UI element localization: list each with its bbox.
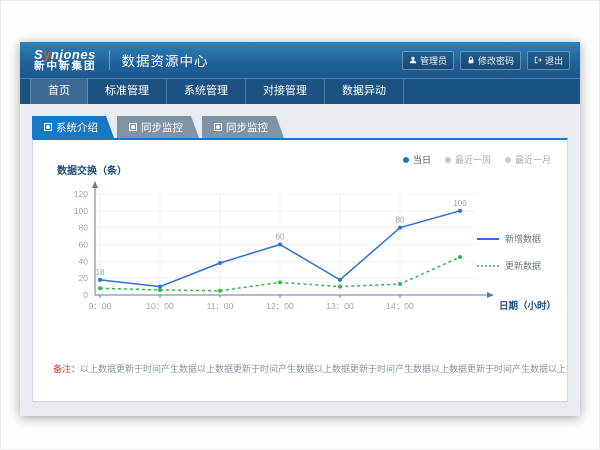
legend-dot-icon	[445, 157, 451, 163]
y-axis-title: 数据交换（条）	[57, 162, 127, 177]
user-action-group: 管理员 修改密码 退出	[402, 51, 570, 70]
svg-text:9：00: 9：00	[89, 301, 112, 311]
footnote: 备注：以上数据更新于时间产生数据以上数据更新于时间产生数据以上数据更新于时间产生…	[33, 362, 567, 375]
admin-button-label: 管理员	[420, 54, 447, 67]
content-area: 系统介绍 同步监控 同步监控 当日	[20, 104, 580, 416]
legend-label: 更新数据	[505, 259, 541, 272]
chart-panel: 当日 最近一周 最近一月 数据交换（条） 0 20 40 60 80 100 120 9：00…	[32, 138, 568, 402]
svg-text:日期（小时）: 日期（小时）	[499, 300, 556, 312]
svg-text:120: 120	[74, 189, 88, 199]
user-icon	[409, 56, 417, 64]
legend-label: 新增数据	[505, 232, 541, 245]
tab-sync-monitor-1[interactable]: 同步监控	[117, 116, 199, 138]
svg-text:13：00: 13：00	[326, 301, 354, 311]
svg-text:12：00: 12：00	[266, 301, 294, 311]
app-window: Synjones 新中新集团 数据资源中心 管理员 修改密码 退出	[20, 42, 580, 416]
svg-text:40: 40	[79, 256, 89, 266]
main-nav: 首页 标准管理 系统管理 对接管理 数据异动	[20, 78, 580, 104]
tab-icon	[214, 123, 222, 131]
nav-item-data-change[interactable]: 数据异动	[325, 79, 404, 104]
change-password-label: 修改密码	[478, 54, 514, 67]
page-title: 数据资源中心	[122, 50, 209, 70]
nav-item-standard-mgmt[interactable]: 标准管理	[88, 79, 167, 104]
company-name: 新中新集团	[34, 61, 97, 72]
nav-item-system-mgmt[interactable]: 系统管理	[167, 79, 246, 104]
filter-label: 最近一周	[455, 153, 491, 166]
legend-item-new-data[interactable]: 新增数据	[477, 232, 555, 245]
tab-label: 系统介绍	[56, 120, 98, 135]
brand-logo: Synjones 新中新集团	[34, 48, 97, 73]
svg-text:14：00: 14：00	[386, 301, 414, 311]
chart-series-legend: 新增数据 更新数据	[477, 232, 555, 286]
desktop-background: Synjones 新中新集团 数据资源中心 管理员 修改密码 退出	[0, 0, 600, 450]
filter-today[interactable]: 当日	[403, 153, 431, 166]
nav-item-home[interactable]: 首页	[30, 79, 88, 104]
footnote-prefix: 备注：	[53, 364, 80, 374]
svg-text:11：00: 11：00	[207, 301, 234, 311]
logout-icon	[534, 56, 542, 64]
svg-text:100: 100	[453, 199, 467, 208]
filter-label: 当日	[413, 153, 431, 166]
svg-text:60: 60	[79, 240, 89, 250]
logout-button[interactable]: 退出	[527, 51, 570, 70]
tab-label: 同步监控	[141, 120, 183, 135]
svg-text:18: 18	[96, 268, 105, 277]
tab-sync-monitor-2[interactable]: 同步监控	[202, 116, 284, 138]
lock-icon	[467, 56, 475, 64]
tab-icon	[129, 123, 137, 131]
change-password-button[interactable]: 修改密码	[460, 51, 521, 70]
footnote-text: 以上数据更新于时间产生数据以上数据更新于时间产生数据以上数据更新于时间产生数据以…	[80, 364, 567, 374]
legend-item-update-data[interactable]: 更新数据	[477, 259, 555, 272]
filter-label: 最近一月	[515, 153, 551, 166]
tab-label: 同步监控	[226, 120, 268, 135]
svg-text:0: 0	[83, 290, 88, 300]
filter-last-month[interactable]: 最近一月	[505, 153, 551, 166]
svg-text:100: 100	[74, 206, 88, 216]
tab-bar: 系统介绍 同步监控 同步监控	[32, 116, 568, 138]
app-header: Synjones 新中新集团 数据资源中心 管理员 修改密码 退出	[20, 42, 580, 78]
tab-system-intro[interactable]: 系统介绍	[32, 116, 114, 138]
svg-text:60: 60	[276, 233, 285, 242]
legend-dot-icon	[505, 157, 511, 163]
nav-item-integration-mgmt[interactable]: 对接管理	[246, 79, 325, 104]
svg-text:20: 20	[79, 273, 89, 283]
logout-label: 退出	[545, 54, 563, 67]
header-divider	[109, 50, 110, 70]
svg-text:80: 80	[396, 216, 405, 225]
time-filter-group: 当日 最近一周 最近一月	[403, 153, 551, 166]
legend-dot-icon	[403, 157, 409, 163]
svg-text:10：00: 10：00	[146, 301, 174, 311]
filter-last-week[interactable]: 最近一周	[445, 153, 491, 166]
tab-icon	[44, 123, 52, 131]
solid-line-icon	[477, 235, 499, 243]
svg-text:80: 80	[79, 223, 89, 233]
admin-button[interactable]: 管理员	[402, 51, 454, 70]
dashed-line-icon	[477, 262, 499, 270]
